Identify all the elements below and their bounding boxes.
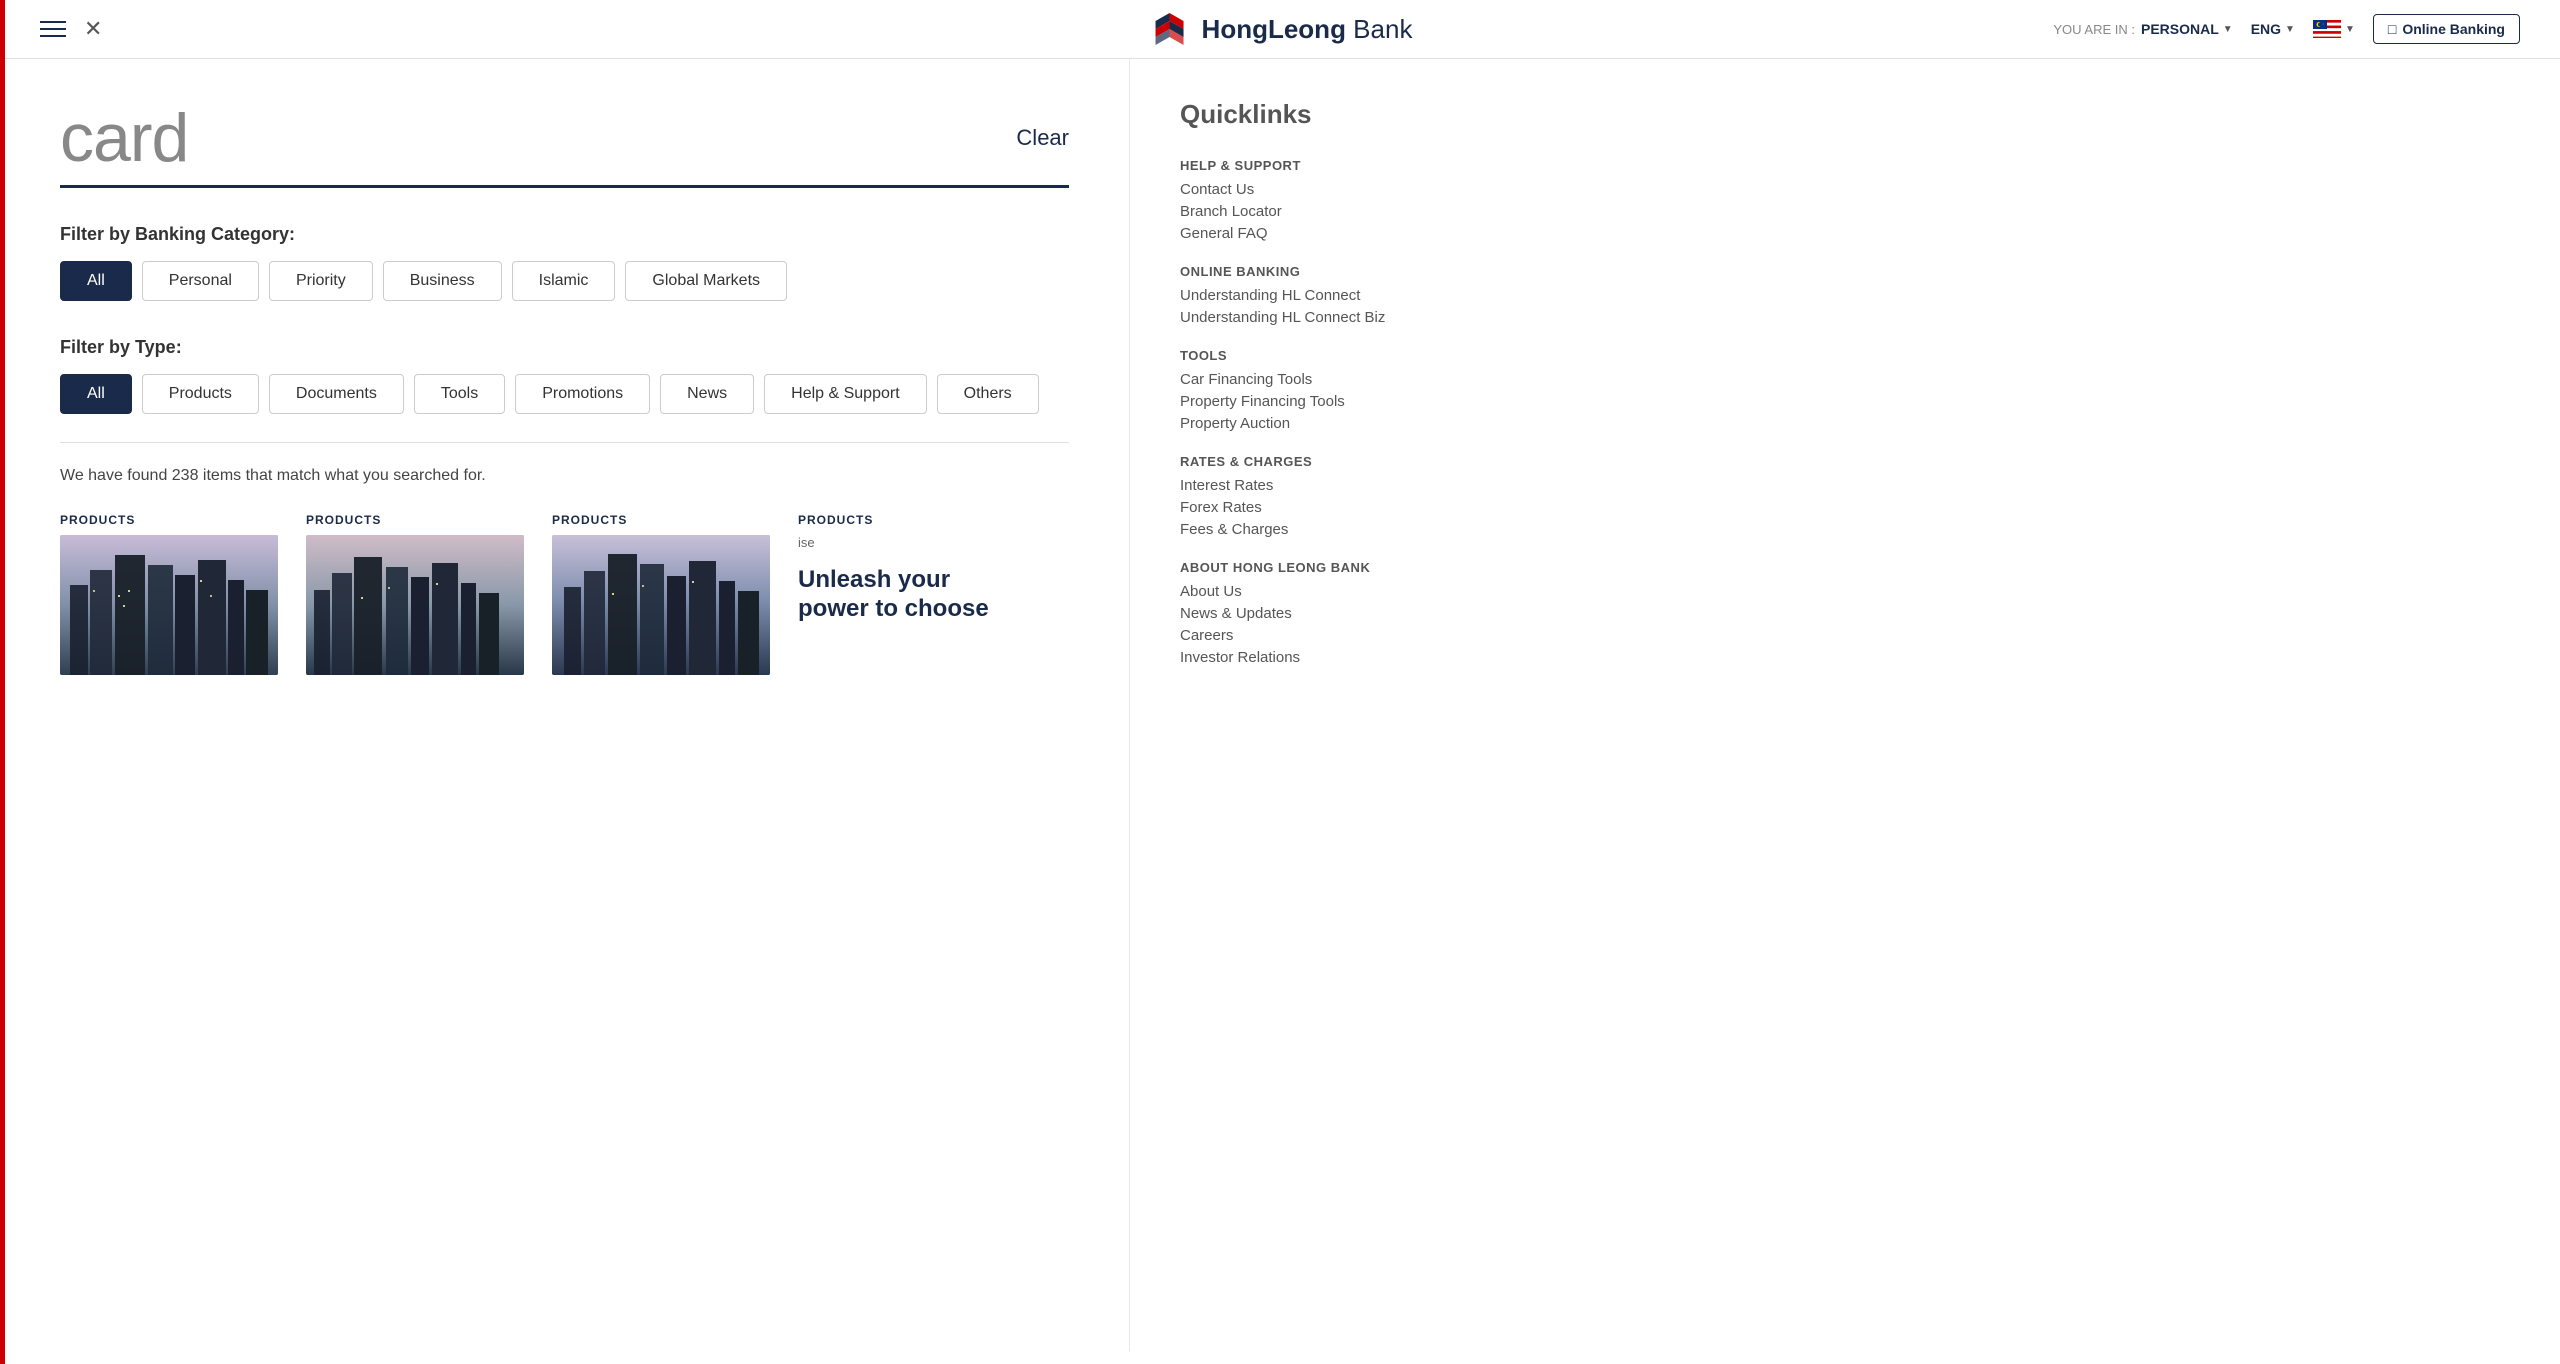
content-area: card Clear Filter by Banking Category: A… <box>0 59 1130 1351</box>
sidebar-link-news-updates[interactable]: News & Updates <box>1180 605 1430 622</box>
card-2-image <box>306 535 524 675</box>
filter-cat-business[interactable]: Business <box>383 261 502 301</box>
sidebar-online-banking-title: ONLINE BANKING <box>1180 264 1430 279</box>
sidebar-link-investor-relations[interactable]: Investor Relations <box>1180 649 1430 666</box>
logo-text: HongLeong Bank <box>1202 14 1413 45</box>
sidebar-link-general-faq[interactable]: General FAQ <box>1180 225 1430 242</box>
logo-container: HongLeong Bank <box>1148 11 1413 47</box>
red-bar <box>0 0 5 1364</box>
close-icon[interactable]: ✕ <box>84 16 102 42</box>
card-1-image <box>60 535 278 675</box>
lang-dropdown[interactable]: ENG ▼ <box>2251 21 2295 37</box>
sidebar-link-property-auction[interactable]: Property Auction <box>1180 415 1430 432</box>
sidebar-link-careers[interactable]: Careers <box>1180 627 1430 644</box>
card-4-label: PRODUCTS <box>798 513 1016 527</box>
card-3-label: PRODUCTS <box>552 513 770 527</box>
sidebar-link-interest-rates[interactable]: Interest Rates <box>1180 477 1430 494</box>
sidebar-link-hl-connect[interactable]: Understanding HL Connect <box>1180 287 1430 304</box>
filter-type-promotions[interactable]: Promotions <box>515 374 650 414</box>
product-card-1[interactable]: PRODUCTS <box>60 513 278 675</box>
sidebar-section-help: HELP & SUPPORT Contact Us Branch Locator… <box>1180 158 1430 242</box>
you-are-in: YOU ARE IN : PERSONAL ▼ <box>2053 21 2232 37</box>
filter-type-documents[interactable]: Documents <box>269 374 404 414</box>
card-1-label: PRODUCTS <box>60 513 278 527</box>
sidebar-section-tools: TOOLS Car Financing Tools Property Finan… <box>1180 348 1430 432</box>
sidebar-section-about: ABOUT HONG LEONG BANK About Us News & Up… <box>1180 560 1430 666</box>
country-chevron-icon: ▼ <box>2345 24 2355 35</box>
sidebar-link-forex-rates[interactable]: Forex Rates <box>1180 499 1430 516</box>
card-2-label: PRODUCTS <box>306 513 524 527</box>
lang-chevron-icon: ▼ <box>2285 24 2295 35</box>
product-card-2[interactable]: PRODUCTS <box>306 513 524 675</box>
filter-type-help[interactable]: Help & Support <box>764 374 927 414</box>
sidebar-section-rates: RATES & CHARGES Interest Rates Forex Rat… <box>1180 454 1430 538</box>
sidebar-title: Quicklinks <box>1180 99 1430 130</box>
results-text: We have found 238 items that match what … <box>60 467 1069 485</box>
sidebar-tools-title: TOOLS <box>1180 348 1430 363</box>
filter-cat-personal[interactable]: Personal <box>142 261 259 301</box>
clear-button[interactable]: Clear <box>1016 125 1069 151</box>
card-4-subtitle: ise <box>798 535 1016 550</box>
product-card-3[interactable]: PRODUCTS <box>552 513 770 675</box>
cards-row: PRODUCTS <box>60 513 1069 675</box>
filter-type-products[interactable]: Products <box>142 374 259 414</box>
sidebar-section-online-banking: ONLINE BANKING Understanding HL Connect … <box>1180 264 1430 326</box>
online-banking-icon: □ <box>2388 21 2396 37</box>
sidebar-about-title: ABOUT HONG LEONG BANK <box>1180 560 1430 575</box>
sidebar-link-car-financing[interactable]: Car Financing Tools <box>1180 371 1430 388</box>
search-query: card <box>60 99 188 177</box>
sidebar-help-title: HELP & SUPPORT <box>1180 158 1430 173</box>
card-4-title: Unleash your power to choose <box>798 566 1016 624</box>
main-layout: card Clear Filter by Banking Category: A… <box>0 59 2560 1351</box>
online-banking-button[interactable]: □ Online Banking <box>2373 14 2520 44</box>
filter-type-buttons: All Products Documents Tools Promotions … <box>60 374 1069 414</box>
filter-cat-priority[interactable]: Priority <box>269 261 373 301</box>
hamburger-icon[interactable] <box>40 21 66 37</box>
malaysia-flag-icon <box>2313 20 2341 38</box>
filter-category-section: Filter by Banking Category: All Personal… <box>60 224 1069 301</box>
filter-type-all[interactable]: All <box>60 374 132 414</box>
filter-type-others[interactable]: Others <box>937 374 1039 414</box>
country-dropdown[interactable]: ▼ <box>2313 20 2355 38</box>
filter-type-label: Filter by Type: <box>60 337 1069 358</box>
search-underline <box>60 185 1069 188</box>
sidebar-link-hl-connect-biz[interactable]: Understanding HL Connect Biz <box>1180 309 1430 326</box>
filter-cat-islamic[interactable]: Islamic <box>512 261 616 301</box>
filter-type-tools[interactable]: Tools <box>414 374 505 414</box>
personal-dropdown[interactable]: PERSONAL ▼ <box>2141 21 2233 37</box>
header-left: ✕ <box>40 16 102 42</box>
sidebar-link-branch-locator[interactable]: Branch Locator <box>1180 203 1430 220</box>
sidebar-link-fees-charges[interactable]: Fees & Charges <box>1180 521 1430 538</box>
personal-chevron-icon: ▼ <box>2223 24 2233 35</box>
header-right: YOU ARE IN : PERSONAL ▼ ENG ▼ <box>2053 14 2520 44</box>
sidebar-link-contact-us[interactable]: Contact Us <box>1180 181 1430 198</box>
search-row: card Clear <box>60 99 1069 177</box>
filter-cat-global[interactable]: Global Markets <box>625 261 787 301</box>
sidebar: Quicklinks HELP & SUPPORT Contact Us Bra… <box>1130 59 1470 1351</box>
search-section: card Clear <box>60 99 1069 188</box>
hlb-logo-icon <box>1148 11 1192 47</box>
filter-category-buttons: All Personal Priority Business Islamic G… <box>60 261 1069 301</box>
header: ✕ HongLeong Bank YOU ARE IN : PERSONAL ▼… <box>0 0 2560 59</box>
filter-type-section: Filter by Type: All Products Documents T… <box>60 337 1069 414</box>
you-are-in-label: YOU ARE IN : <box>2053 22 2135 37</box>
sidebar-link-about-us[interactable]: About Us <box>1180 583 1430 600</box>
filter-category-label: Filter by Banking Category: <box>60 224 1069 245</box>
product-card-4[interactable]: PRODUCTS ise Unleash your power to choos… <box>798 513 1016 675</box>
filter-cat-all[interactable]: All <box>60 261 132 301</box>
filter-type-news[interactable]: News <box>660 374 754 414</box>
sidebar-link-property-financing[interactable]: Property Financing Tools <box>1180 393 1430 410</box>
filter-divider <box>60 442 1069 443</box>
card-3-image <box>552 535 770 675</box>
sidebar-rates-title: RATES & CHARGES <box>1180 454 1430 469</box>
